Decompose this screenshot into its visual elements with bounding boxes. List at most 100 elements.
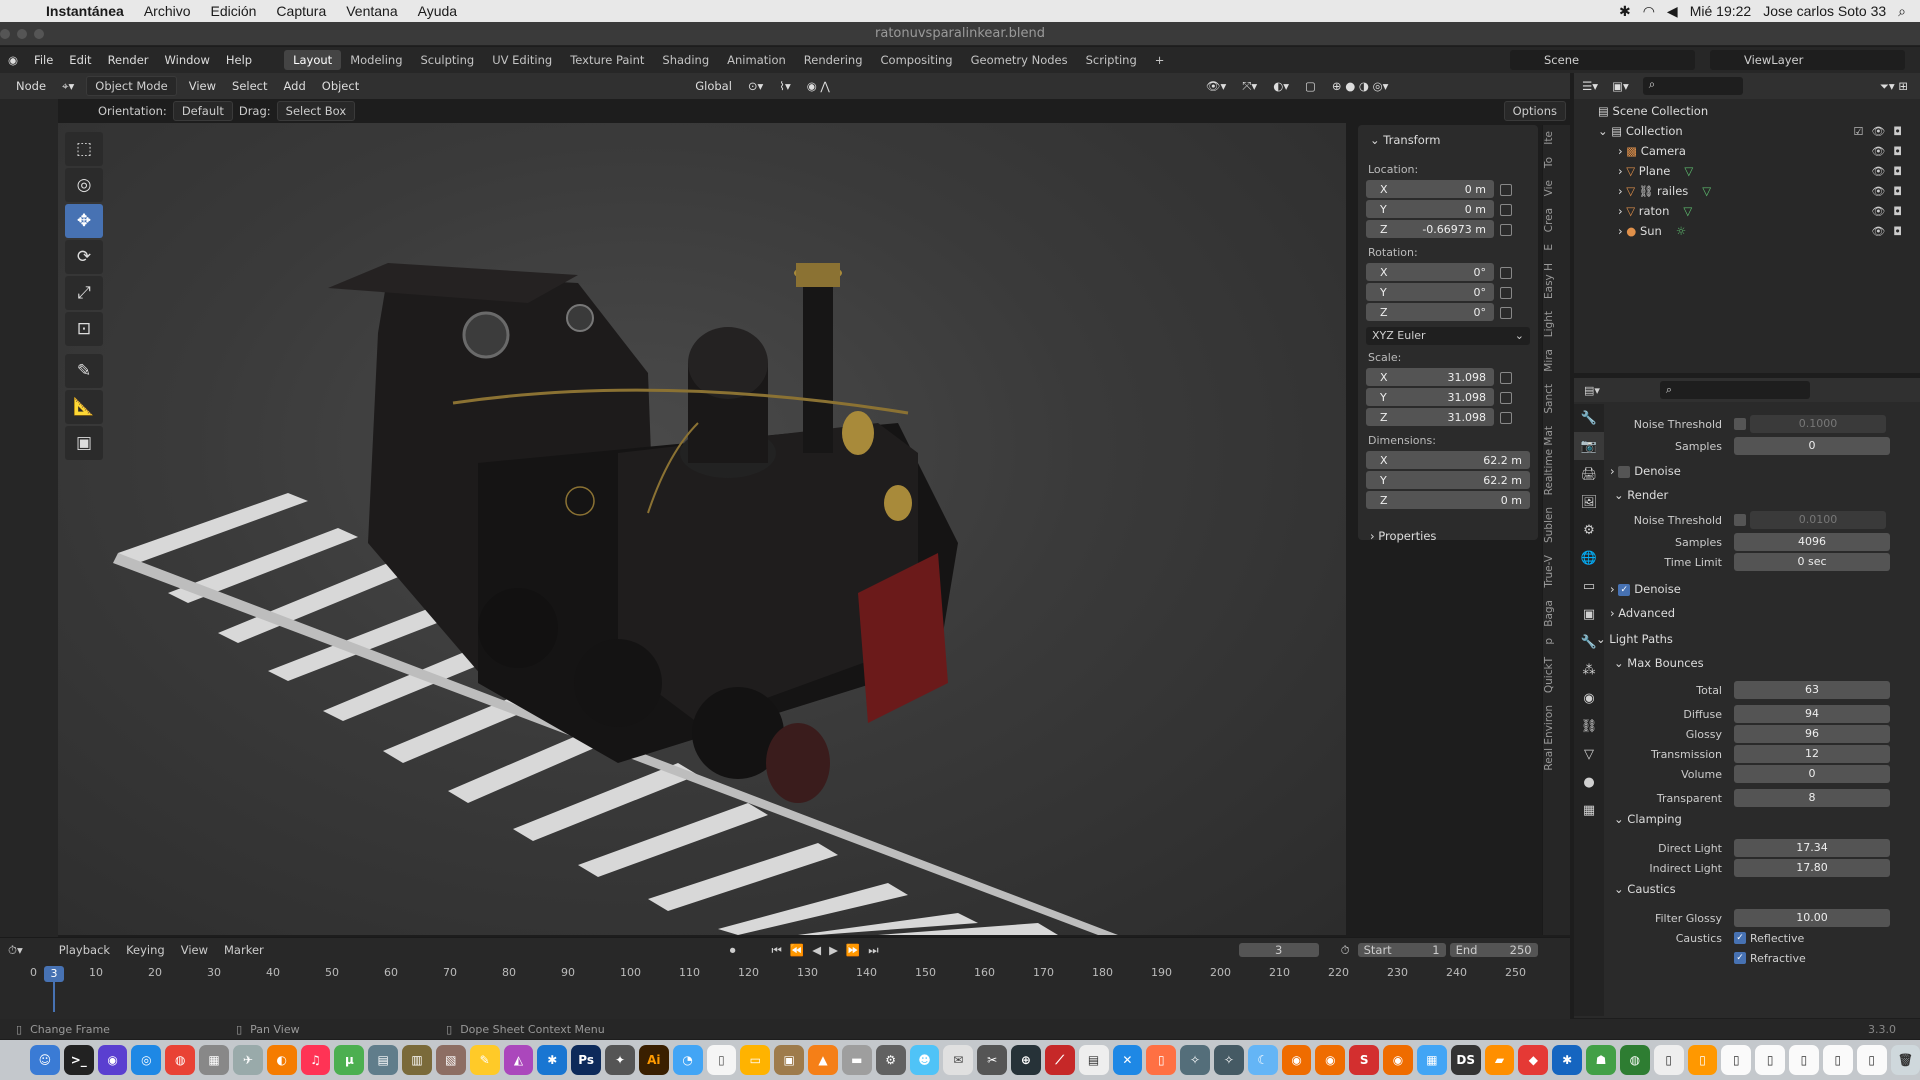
max-bounces-section[interactable]: ⌄ Max Bounces (1614, 656, 1704, 670)
denoise-section-1[interactable]: › Denoise (1610, 464, 1681, 478)
overlay-icon[interactable]: ◐▾ (1265, 76, 1297, 96)
photoshop-icon[interactable]: Ps (571, 1045, 602, 1075)
light-paths-section[interactable]: ⌄ Light Paths (1596, 632, 1673, 646)
eye-icon[interactable]: 👁 (1871, 205, 1885, 218)
bounce-field[interactable]: 96 (1734, 725, 1890, 743)
tab-geometry-nodes[interactable]: Geometry Nodes (962, 50, 1077, 70)
tab-animation[interactable]: Animation (718, 50, 795, 70)
world-tab-icon[interactable]: 🌐 (1574, 544, 1604, 572)
transform-orientation[interactable]: Global (687, 76, 740, 96)
app-icon[interactable]: ▰ (1484, 1045, 1515, 1075)
jump-start-button[interactable]: ⏮ (764, 943, 790, 958)
sidebar-tab[interactable]: Easy H (1543, 257, 1569, 305)
menu-view[interactable]: View (181, 76, 224, 96)
utorrent-icon[interactable]: µ (334, 1045, 365, 1075)
pivot-icon[interactable]: ⊙▾ (740, 76, 771, 96)
tool-tab-icon[interactable]: 🔧 (1574, 404, 1604, 432)
scale-tool[interactable]: ⤢ (65, 276, 103, 310)
firefox-icon[interactable]: ◐ (266, 1045, 297, 1075)
view-layer-tab-icon[interactable]: 🖼 (1574, 488, 1604, 516)
lock-icon[interactable]: x (1500, 204, 1512, 216)
sidebar-tab[interactable]: Baga (1543, 594, 1569, 633)
outliner-editor-icon[interactable]: ☰▾ (1582, 79, 1598, 93)
dimensions-y-field[interactable]: Y 62.2 m (1366, 471, 1530, 489)
play-reverse-button[interactable]: ◀ (804, 943, 829, 957)
sidebar-tab[interactable]: Vie (1543, 174, 1569, 202)
data-tab-icon[interactable]: ▽ (1574, 740, 1604, 768)
app-icon[interactable]: ▤ (368, 1045, 399, 1075)
timeline-editor-icon[interactable]: ⏱▾ (0, 943, 31, 958)
tab-compositing[interactable]: Compositing (872, 50, 962, 70)
filter-icon[interactable]: ⏷▾ ⊞ (1880, 79, 1908, 94)
document-icon[interactable]: ▯ (1653, 1045, 1684, 1075)
app-icon[interactable]: ✧ (1180, 1045, 1210, 1075)
app-icon[interactable]: ⟋ (1044, 1045, 1075, 1075)
shading-solid-icon[interactable]: ⊕ ● ◑ ◎▾ (1324, 76, 1396, 96)
current-frame-field[interactable]: 3 (1238, 943, 1319, 957)
app-icon[interactable]: ☻ (909, 1045, 940, 1075)
sidebar-tab[interactable]: Light (1543, 305, 1569, 343)
gizmo-icon[interactable]: ⤧▾ (1234, 76, 1265, 97)
blender-logo-icon[interactable]: ◉ (0, 53, 26, 67)
advanced-section[interactable]: › Advanced (1610, 606, 1675, 620)
camera-icon[interactable]: ◘ (1893, 125, 1902, 138)
xcode-icon[interactable]: ✕ (1112, 1045, 1143, 1075)
scale-y-field[interactable]: Y 31.098 (1366, 388, 1494, 406)
camera-icon[interactable]: ◘ (1893, 225, 1902, 238)
app-icon[interactable]: ▤ (1078, 1045, 1109, 1075)
safari-icon[interactable]: ◎ (131, 1045, 162, 1075)
noise-threshold-field[interactable]: 0.1000 (1750, 415, 1886, 433)
settings-icon[interactable]: ⚙ (875, 1045, 906, 1075)
app-icon[interactable]: ✧ (1213, 1045, 1244, 1075)
document-icon[interactable]: ▯ (706, 1045, 737, 1075)
folder-icon[interactable]: ▭ (740, 1045, 771, 1075)
books-icon[interactable]: ▯ (1146, 1045, 1177, 1075)
menu-archivo[interactable]: Archivo (134, 3, 201, 19)
dimensions-x-field[interactable]: X 62.2 m (1366, 451, 1530, 469)
tab-uv-editing[interactable]: UV Editing (483, 50, 561, 70)
add-workspace-button[interactable]: + (1146, 50, 1174, 70)
bounce-field[interactable]: 63 (1734, 681, 1890, 699)
particles-tab-icon[interactable]: ⁂ (1574, 656, 1604, 684)
camera-icon[interactable]: ◘ (1893, 145, 1902, 158)
output-tab-icon[interactable]: 🖨 (1574, 460, 1604, 488)
options-dropdown[interactable]: Options (1503, 101, 1566, 121)
eye-icon[interactable]: 👁 (1871, 165, 1885, 178)
bounce-field[interactable]: 8 (1734, 789, 1890, 807)
location-z-field[interactable]: Z -0.66973 m (1366, 220, 1494, 238)
trash-icon[interactable]: 🗑 (1890, 1045, 1920, 1075)
menu-edicion[interactable]: Edición (201, 3, 267, 19)
filter-glossy-field[interactable]: 10.00 (1734, 909, 1890, 927)
texture-tab-icon[interactable]: ▦ (1574, 796, 1604, 824)
app-icon[interactable]: ✦ (605, 1045, 635, 1075)
cursor-tool[interactable]: ◎ (65, 168, 103, 202)
physics-tab-icon[interactable]: ◉ (1574, 684, 1604, 712)
outliner-item-sun[interactable]: › ● Sun ☼ 👁 ◘ (1574, 221, 1920, 241)
bounce-field[interactable]: 12 (1734, 745, 1890, 763)
app-icon[interactable]: ✎ (469, 1045, 500, 1075)
volume-icon[interactable]: ◀ (1667, 3, 1678, 20)
preview-icon[interactable]: ▦ (199, 1045, 229, 1075)
drag-dropdown[interactable]: Select Box (276, 101, 356, 121)
end-frame-field[interactable]: End 250 (1449, 943, 1538, 957)
rotation-x-field[interactable]: X 0° (1366, 263, 1494, 281)
select-box-tool[interactable]: ⬚ (65, 132, 103, 166)
app-icon[interactable]: ◆ (1518, 1045, 1549, 1075)
indirect-light-field[interactable]: 17.80 (1734, 859, 1890, 877)
xray-icon[interactable]: ▢ (1297, 76, 1324, 96)
properties-search-input[interactable]: ⌕ (1659, 381, 1810, 399)
sidebar-tab[interactable]: Real Environ (1543, 699, 1569, 777)
sidebar-tab[interactable]: Realtime Mat (1543, 420, 1569, 501)
measure-tool[interactable]: 📐 (65, 390, 103, 424)
camera-icon[interactable]: ◘ (1893, 165, 1902, 178)
menu-marker[interactable]: Marker (216, 943, 272, 957)
launchpad-icon[interactable]: ✈ (232, 1045, 263, 1075)
tab-shading[interactable]: Shading (653, 50, 718, 70)
eye-icon[interactable]: 👁 (1871, 225, 1885, 238)
reflective-checkbox[interactable]: ✓ (1734, 932, 1746, 944)
document-icon[interactable]: ▯ (1789, 1045, 1819, 1075)
render-tab-icon[interactable]: 📷 (1574, 432, 1604, 460)
refractive-checkbox[interactable]: ✓ (1734, 952, 1746, 964)
view-layer-selector[interactable]: ViewLayer (1710, 50, 1905, 70)
checkbox[interactable] (1734, 418, 1746, 430)
